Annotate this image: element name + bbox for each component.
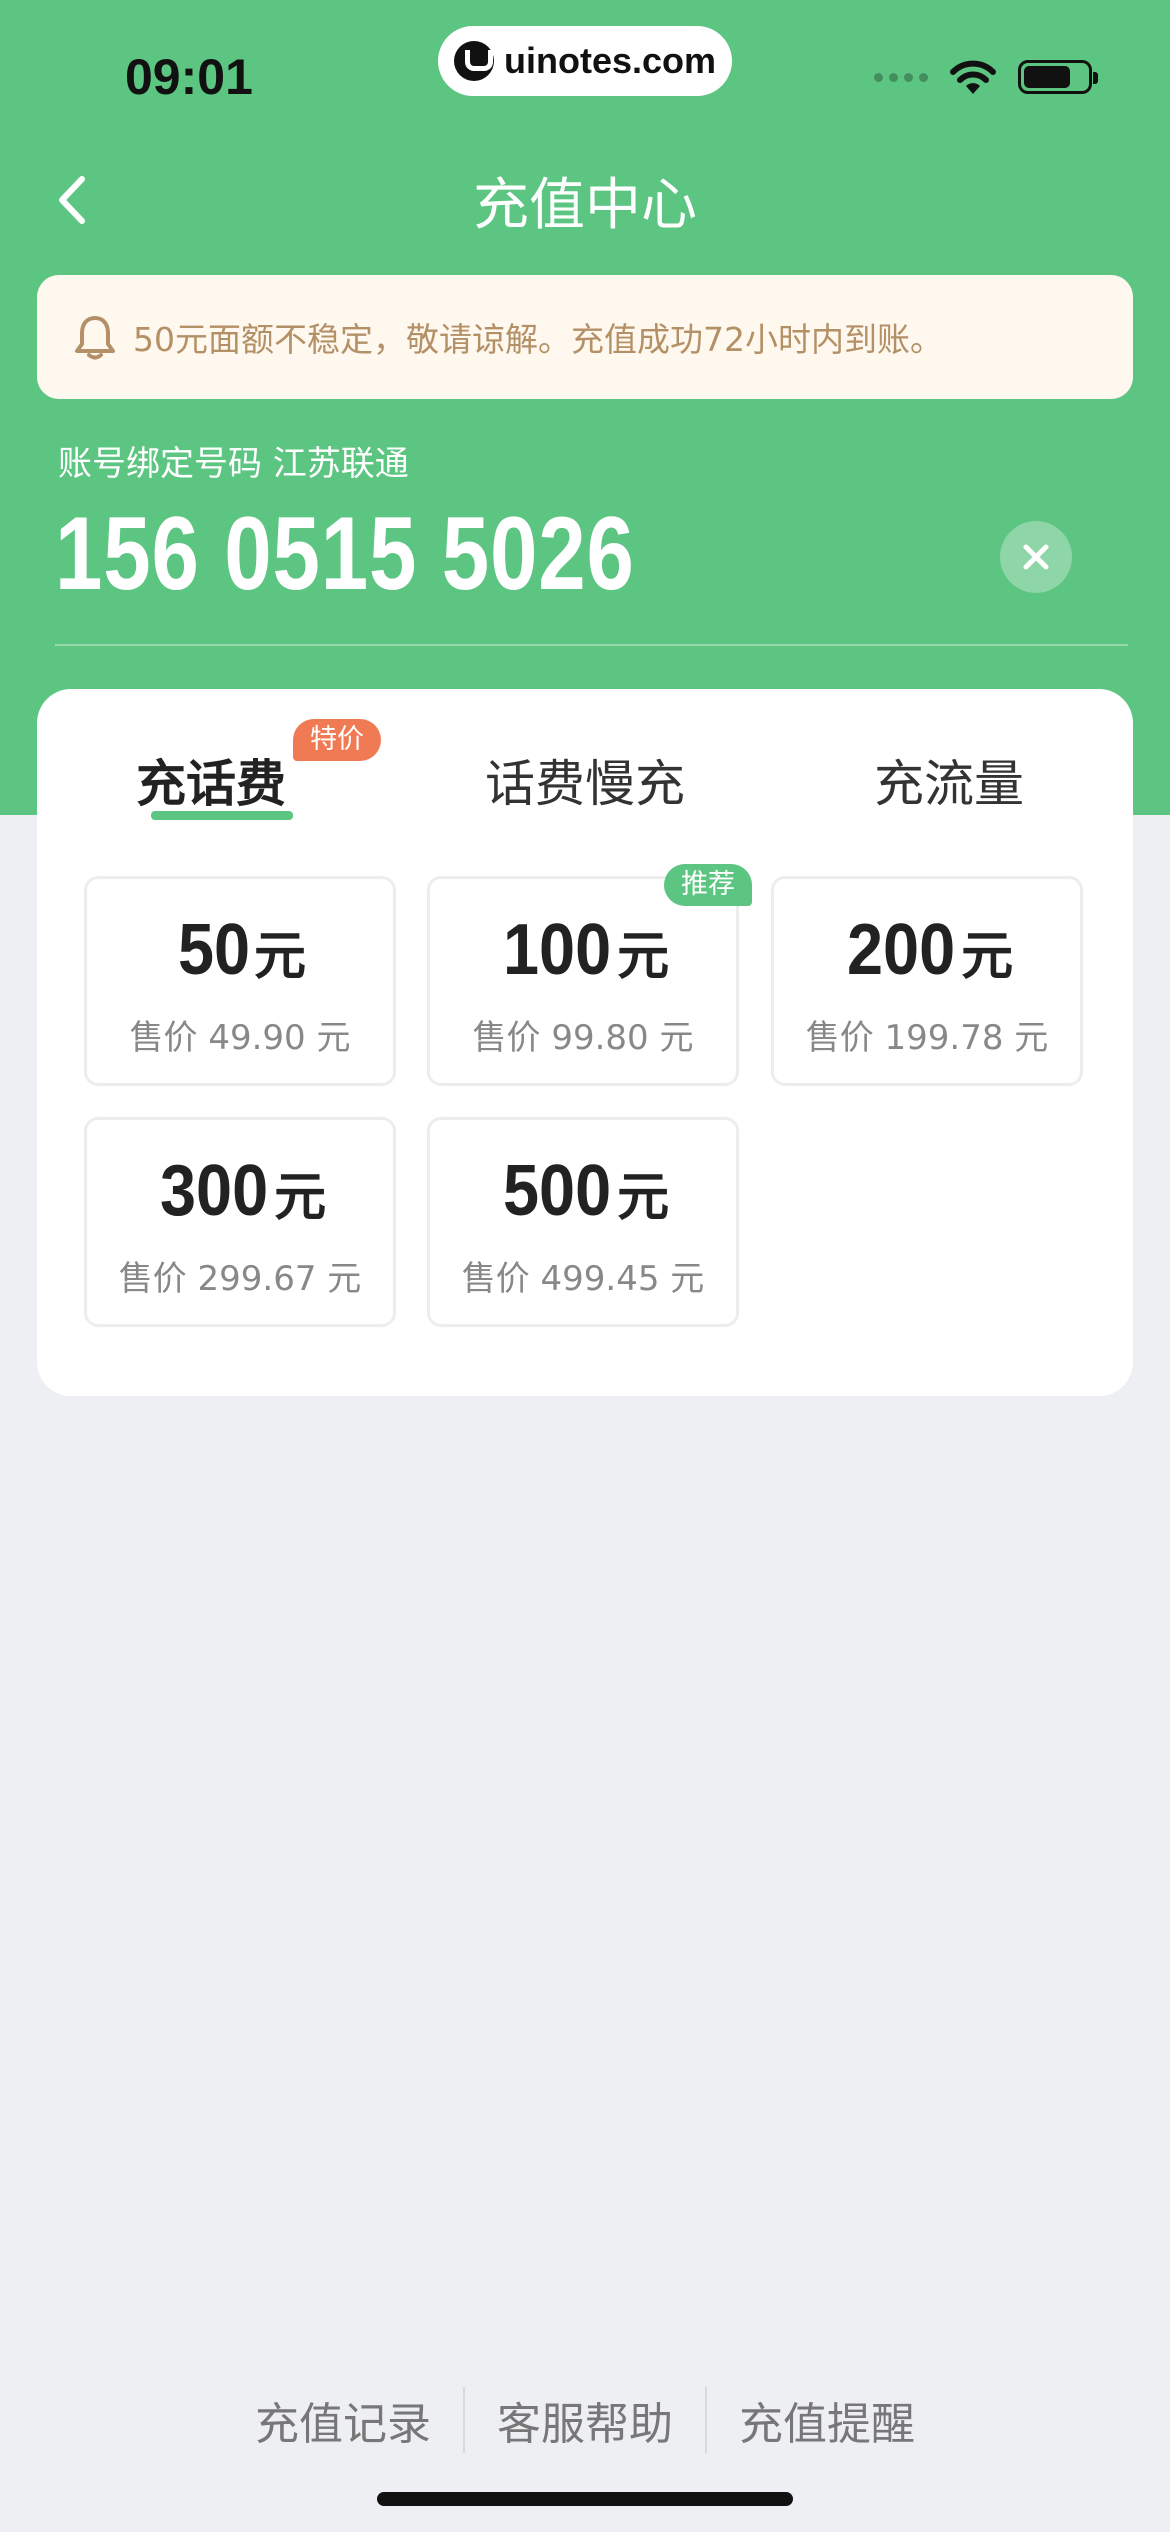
option-amount: 300 xyxy=(159,1151,269,1231)
option-unit: 元 xyxy=(617,1168,670,1228)
option-amount: 500 xyxy=(502,1151,612,1231)
watermark-text: uinotes.com xyxy=(503,40,717,81)
tab-slow-recharge[interactable]: 话费慢充 xyxy=(485,744,685,816)
amount-option-300[interactable]: 300 元 售价 299.67 元 xyxy=(84,1117,396,1327)
footer-links: 充值记录 客服帮助 充值提醒 xyxy=(0,2385,1170,2455)
recharge-card: 充话费 特价 话费慢充 充流量 50元 售价 49.90 元 100 元 售价 9… xyxy=(37,689,1133,1396)
status-time: 09:01 xyxy=(125,49,253,105)
amount-option-500[interactable]: 500 元 售价 499.45 元 xyxy=(427,1117,739,1327)
recharge-reminder-link[interactable]: 充值提醒 xyxy=(707,2388,947,2452)
option-unit: 元 xyxy=(274,1168,327,1228)
option-price: 售价 299.67 元 xyxy=(118,1259,362,1299)
option-price: 售价 499.45 元 xyxy=(461,1259,705,1299)
input-divider xyxy=(55,644,1128,646)
option-price: 售价 99.80 元 xyxy=(472,1018,694,1058)
home-indicator[interactable] xyxy=(377,2492,793,2506)
bell-icon xyxy=(75,316,115,360)
notice-banner: 50元面额不稳定，敬请谅解。充值成功72小时内到账。 xyxy=(37,275,1133,399)
recharge-history-link[interactable]: 充值记录 xyxy=(223,2388,463,2452)
special-price-badge: 特价 xyxy=(293,719,381,761)
watermark-pill: uinotes.com xyxy=(438,26,732,96)
customer-service-link[interactable]: 客服帮助 xyxy=(465,2388,705,2452)
battery-icon xyxy=(1018,60,1098,94)
status-indicators xyxy=(874,58,1098,96)
option-unit: 元 xyxy=(617,927,670,987)
cellular-signal-icon xyxy=(874,72,928,82)
active-tab-indicator xyxy=(151,811,293,820)
account-label: 账号绑定号码 江苏联通 xyxy=(58,444,409,484)
option-unit: 元 xyxy=(254,927,307,987)
recharge-page: { "status_bar": { "time": "09:01", "wate… xyxy=(0,0,1170,2532)
option-price: 售价 199.78 元 xyxy=(805,1018,1049,1058)
amount-option-50[interactable]: 50元 售价 49.90 元 xyxy=(84,876,396,1086)
tab-phone-recharge[interactable]: 充话费 xyxy=(136,744,286,816)
option-amount: 200 xyxy=(846,910,956,990)
option-amount: 100 xyxy=(502,910,612,990)
notice-text: 50元面额不稳定，敬请谅解。充值成功72小时内到账。 xyxy=(133,320,943,359)
amount-option-100[interactable]: 100 元 售价 99.80 元 xyxy=(427,876,739,1086)
amount-option-200[interactable]: 200 元 售价 199.78 元 xyxy=(771,876,1083,1086)
phone-number-input[interactable]: 156 0515 5026 xyxy=(55,495,635,614)
recommend-badge: 推荐 xyxy=(664,864,752,906)
option-unit: 元 xyxy=(961,927,1014,987)
option-price: 售价 49.90 元 xyxy=(129,1018,351,1058)
wifi-icon xyxy=(950,60,996,94)
tab-data-recharge[interactable]: 充流量 xyxy=(874,744,1024,816)
close-icon xyxy=(1023,544,1049,570)
page-title: 充值中心 xyxy=(473,173,697,238)
clear-phone-button[interactable] xyxy=(1000,521,1072,593)
watermark-logo-icon xyxy=(453,41,494,81)
option-amount: 50 xyxy=(177,910,251,990)
